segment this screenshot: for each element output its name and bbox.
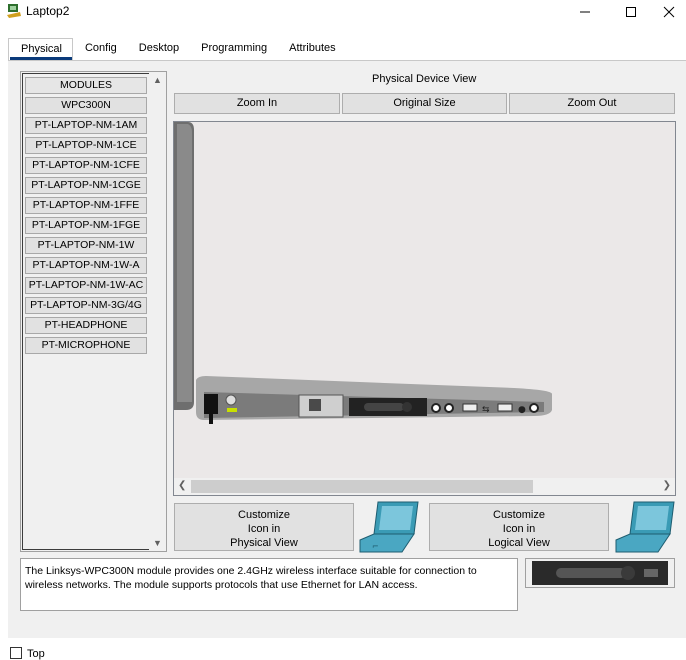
module-pt-laptop-nm-1fge[interactable]: PT-LAPTOP-NM-1FGE <box>25 217 147 234</box>
module-wpc300n[interactable]: WPC300N <box>25 97 147 114</box>
svg-text:⌐: ⌐ <box>372 542 379 551</box>
microphone-port-icon <box>529 403 539 413</box>
module-pt-laptop-nm-1ce[interactable]: PT-LAPTOP-NM-1CE <box>25 137 147 154</box>
tab-label: Desktop <box>138 42 180 54</box>
close-icon <box>663 6 675 18</box>
tab-desktop[interactable]: Desktop <box>127 38 189 60</box>
module-pt-laptop-nm-1am[interactable]: PT-LAPTOP-NM-1AM <box>25 117 147 134</box>
customize-physical-icon-button[interactable]: Customize Icon in Physical View <box>174 503 354 551</box>
headphone-port-icon <box>444 403 454 413</box>
module-pt-headphone[interactable]: PT-HEADPHONE <box>25 317 147 334</box>
laptop-screen-highlight <box>177 124 192 402</box>
module-pt-laptop-nm-1w[interactable]: PT-LAPTOP-NM-1W <box>25 237 147 254</box>
power-port <box>204 394 218 414</box>
maximize-button[interactable] <box>608 0 654 24</box>
antenna-icon <box>402 402 412 412</box>
minimize-icon <box>580 11 590 13</box>
chevron-up-icon[interactable]: ▲ <box>153 75 162 85</box>
modules-list: MODULES WPC300N PT-LAPTOP-NM-1AM PT-LAPT… <box>22 73 150 550</box>
button-line: Logical View <box>488 537 550 549</box>
laptop-icon <box>615 501 675 553</box>
viewer-horizontal-scrollbar[interactable]: ❮ ❯ <box>174 478 675 495</box>
chevron-down-icon[interactable]: ▼ <box>153 538 162 548</box>
chevron-right-icon[interactable]: ❯ <box>663 480 671 491</box>
maximize-icon <box>626 7 636 17</box>
device-canvas: ⇆ ● <box>174 122 675 479</box>
laptop-side-view: ⇆ ● <box>174 122 552 424</box>
packet-tracer-laptop-icon <box>7 4 21 18</box>
zoom-out-button[interactable]: Zoom Out <box>509 93 675 114</box>
laptop-icon: ⌐ <box>359 501 419 553</box>
tab-programming[interactable]: Programming <box>189 38 277 60</box>
power-led <box>227 408 237 412</box>
button-line: Icon in <box>502 523 536 535</box>
modules-scrollbar[interactable]: ▲ ▼ <box>149 72 166 551</box>
tab-label: Attributes <box>289 42 336 54</box>
usb-port-icon <box>462 403 478 412</box>
wpc300n-module-thumbnail <box>532 561 668 585</box>
tab-config[interactable]: Config <box>73 38 127 60</box>
scrollbar-thumb[interactable] <box>191 480 533 493</box>
module-pt-laptop-nm-1cge[interactable]: PT-LAPTOP-NM-1CGE <box>25 177 147 194</box>
close-button[interactable] <box>652 0 686 24</box>
module-description: The Linksys-WPC300N module provides one … <box>20 558 518 611</box>
module-pt-laptop-nm-1cfe[interactable]: PT-LAPTOP-NM-1CFE <box>25 157 147 174</box>
module-pt-laptop-nm-1w-a[interactable]: PT-LAPTOP-NM-1W-A <box>25 257 147 274</box>
module-pt-laptop-nm-1w-ac[interactable]: PT-LAPTOP-NM-1W-AC <box>25 277 147 294</box>
modules-header: MODULES <box>25 77 147 94</box>
tab-attributes[interactable]: Attributes <box>277 38 345 60</box>
power-button-icon <box>225 394 237 406</box>
tab-label: Config <box>84 42 117 54</box>
zoom-in-button[interactable]: Zoom In <box>174 93 340 114</box>
chevron-left-icon[interactable]: ❮ <box>178 480 186 491</box>
wpc300n-card <box>364 403 404 411</box>
module-preview-image <box>525 558 675 588</box>
original-size-button[interactable]: Original Size <box>342 93 507 114</box>
button-line: Customize <box>238 509 290 521</box>
customize-logical-icon-button[interactable]: Customize Icon in Logical View <box>429 503 609 551</box>
module-pt-laptop-nm-1ffe[interactable]: PT-LAPTOP-NM-1FFE <box>25 197 147 214</box>
minimize-button[interactable] <box>562 0 608 24</box>
module-pt-laptop-nm-3g4g[interactable]: PT-LAPTOP-NM-3G/4G <box>25 297 147 314</box>
microphone-symbol-icon: ● <box>518 405 526 415</box>
top-label: Top <box>27 648 45 660</box>
physical-device-view-label: Physical Device View <box>372 73 477 85</box>
tab-label: Programming <box>201 42 268 54</box>
button-line: Physical View <box>230 537 298 549</box>
usb-symbol-icon: ⇆ <box>482 405 490 415</box>
button-line: Customize <box>493 509 545 521</box>
modules-panel: MODULES WPC300N PT-LAPTOP-NM-1AM PT-LAPT… <box>20 71 167 552</box>
physical-device-viewer: ⇆ ● ❮ ❯ <box>173 121 676 496</box>
top-checkbox[interactable] <box>10 647 22 659</box>
ethernet-port-icon <box>309 399 321 411</box>
title-bar: Laptop2 <box>0 0 686 26</box>
window-title: Laptop2 <box>26 4 70 18</box>
usb-port-icon <box>497 403 513 412</box>
tab-label: Physical <box>21 43 62 55</box>
button-line: Icon in <box>247 523 281 535</box>
audio-port-icon <box>431 403 441 413</box>
module-pt-microphone[interactable]: PT-MICROPHONE <box>25 337 147 354</box>
